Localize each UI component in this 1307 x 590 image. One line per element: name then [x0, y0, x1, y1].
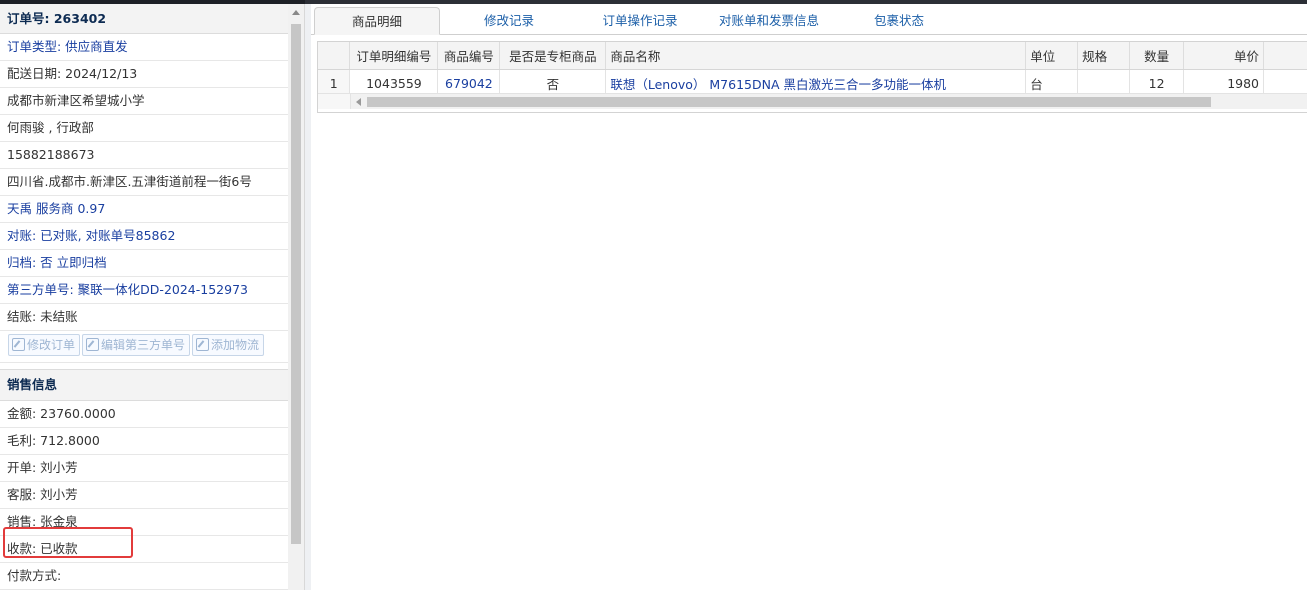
- add-logistics-button[interactable]: 添加物流: [192, 334, 265, 356]
- order-type: 订单类型: 供应商直发: [0, 34, 288, 61]
- sales-customer-service: 客服: 刘小芳: [0, 482, 288, 509]
- col-header-detail-id[interactable]: 订单明细编号: [349, 42, 439, 70]
- third-party-order-number[interactable]: 第三方单号: 聚联一体化DD-2024-152973: [0, 277, 288, 304]
- contact-person: 何雨骏 , 行政部: [0, 115, 288, 142]
- col-header-unit-price[interactable]: 单价: [1183, 42, 1264, 70]
- edit-order-button[interactable]: 修改订单: [8, 334, 81, 356]
- sales-info-title: 销售信息: [0, 369, 288, 401]
- archive-status[interactable]: 归档: 否 立即归档: [0, 250, 288, 277]
- scroll-up-arrow-icon[interactable]: [292, 10, 300, 15]
- service-provider[interactable]: 天禹 服务商 0.97: [0, 196, 288, 223]
- sales-gross-profit: 毛利: 712.8000: [0, 428, 288, 455]
- settlement-status: 结账: 未结账: [0, 304, 288, 331]
- col-header-rownum: [318, 42, 351, 70]
- tab-product-details[interactable]: 商品明细: [314, 7, 440, 35]
- scroll-thumb[interactable]: [291, 24, 301, 544]
- tab-bar: 商品明细 修改记录 订单操作记录 对账单和发票信息 包裹状态: [311, 4, 1307, 35]
- detail-panel: 商品明细 修改记录 订单操作记录 对账单和发票信息 包裹状态 订单明细编号 商品…: [311, 4, 1307, 590]
- col-header-spec[interactable]: 规格: [1077, 42, 1131, 70]
- tab-modification-log[interactable]: 修改记录: [459, 7, 559, 34]
- col-header-product-id[interactable]: 商品编号: [437, 42, 501, 70]
- sales-issued-by: 开单: 刘小芳: [0, 455, 288, 482]
- contact-phone: 15882188673: [0, 142, 288, 169]
- col-header-counter-product[interactable]: 是否是专柜商品: [499, 42, 607, 70]
- sales-amount: 金额: 23760.0000: [0, 401, 288, 428]
- panel-divider[interactable]: [304, 4, 311, 590]
- edit-icon: [196, 338, 210, 351]
- col-header-product-name[interactable]: 商品名称: [605, 42, 1027, 70]
- order-action-buttons: 修改订单 编辑第三方单号 添加物流: [0, 331, 288, 363]
- customer-org: 成都市新津区希望城小学: [0, 88, 288, 115]
- edit-icon: [86, 338, 100, 351]
- tab-order-operation-log[interactable]: 订单操作记录: [586, 7, 694, 34]
- reconciliation-status[interactable]: 对账: 已对账, 对账单号85862: [0, 223, 288, 250]
- tab-statement-invoice[interactable]: 对账单和发票信息: [709, 7, 829, 34]
- table-header-row: 订单明细编号 商品编号 是否是专柜商品 商品名称 单位 规格 数量 单价: [318, 42, 1307, 70]
- delivery-address: 四川省.成都市.新津区.五津街道前程一街6号: [0, 169, 288, 196]
- edit-icon: [12, 338, 25, 351]
- sales-payment-method: 付款方式:: [0, 563, 288, 590]
- order-info-panel: 订单号: 263402 订单类型: 供应商直发 配送日期: 2024/12/13…: [0, 4, 289, 590]
- grid-horizontal-scrollbar[interactable]: [318, 93, 1307, 109]
- col-header-quantity[interactable]: 数量: [1129, 42, 1185, 70]
- order-number: 订单号: 263402: [0, 4, 288, 34]
- col-header-unit[interactable]: 单位: [1025, 42, 1079, 70]
- horizontal-scroll-thumb[interactable]: [367, 97, 1211, 107]
- tab-package-status[interactable]: 包裹状态: [859, 7, 939, 34]
- product-detail-grid: 订单明细编号 商品编号 是否是专柜商品 商品名称 单位 规格 数量 单价 1 1…: [317, 41, 1307, 113]
- col-header-filler: [1263, 42, 1307, 70]
- left-panel-scrollbar[interactable]: [288, 4, 304, 590]
- sales-payment-status: 收款: 已收款: [0, 536, 288, 563]
- scrollbar-corner: [318, 94, 351, 109]
- sales-salesperson: 销售: 张金泉: [0, 509, 288, 536]
- edit-third-party-button[interactable]: 编辑第三方单号: [82, 334, 191, 356]
- scroll-left-arrow-icon[interactable]: [356, 98, 361, 106]
- delivery-date: 配送日期: 2024/12/13: [0, 61, 288, 88]
